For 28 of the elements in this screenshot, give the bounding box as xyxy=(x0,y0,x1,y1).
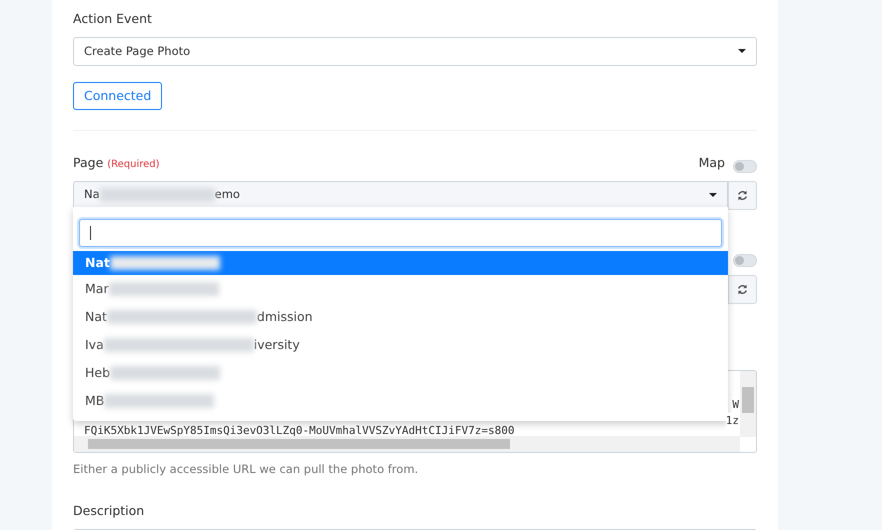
search-field[interactable] xyxy=(79,219,722,247)
refresh-button[interactable] xyxy=(728,180,757,210)
dropdown-option[interactable]: Iva iversity xyxy=(73,331,728,359)
refresh-button[interactable] xyxy=(728,274,757,304)
field-label: Page (Required) xyxy=(73,154,160,172)
field-label: Action Event xyxy=(73,10,153,28)
refresh-icon xyxy=(737,190,748,200)
dropdown-option[interactable]: Nat xyxy=(73,251,728,275)
text-cursor xyxy=(90,226,91,240)
refresh-icon xyxy=(737,284,748,294)
connected-button[interactable]: Connected xyxy=(73,82,162,110)
action-event-select[interactable]: Create Page Photo xyxy=(73,36,757,66)
help-text: Either a publicly accessible URL we can pull the photo from. xyxy=(73,460,420,478)
map-label: Map xyxy=(698,154,725,172)
dropdown-option[interactable]: MB xyxy=(73,387,728,415)
page-select[interactable]: Na emo xyxy=(73,180,728,210)
map-toggle[interactable] xyxy=(733,160,757,172)
field-label: Description xyxy=(73,502,146,520)
text-line: FQiK5Xbk1JVEwSpY85ImsQi3evO3lLZq0-MoUVmhalVVSZvYAdHtCIJiFV7z=s800 xyxy=(84,423,514,439)
caret-icon xyxy=(738,49,746,54)
dropdown-option[interactable]: Mar xyxy=(73,275,728,303)
dropdown-option[interactable]: Nat dmission xyxy=(73,303,728,331)
horizontal-scrollbar[interactable] xyxy=(74,436,740,452)
dropdown-option[interactable]: Heb xyxy=(73,359,728,387)
map-toggle[interactable] xyxy=(733,254,757,266)
caret-icon xyxy=(709,193,717,197)
vertical-scrollbar[interactable] xyxy=(740,370,756,436)
select-value: Create Page Photo xyxy=(84,42,190,60)
